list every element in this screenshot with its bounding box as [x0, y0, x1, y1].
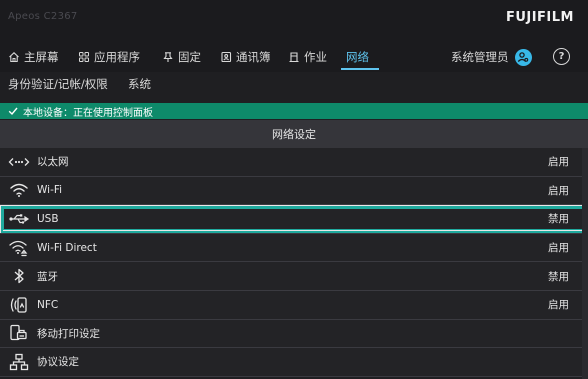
apps-grid-icon [79, 52, 89, 62]
home-icon [9, 52, 19, 63]
tab-pinned-label: 固定 [178, 50, 201, 64]
tab-apps-label: 应用程序 [94, 50, 140, 64]
list-item-label: 协议设定 [37, 356, 79, 369]
status-bar: 本地设备：正在使用控制面板 [0, 103, 588, 119]
job-icon [289, 52, 299, 63]
tab-jobs[interactable]: 作业 [288, 48, 327, 66]
tab-network[interactable]: 网络 [346, 48, 369, 66]
wifi-direct-icon [8, 238, 30, 258]
admin-button[interactable]: 系统管理员 [451, 48, 532, 66]
section-title: 网络设定 [0, 120, 588, 148]
usb-icon [8, 209, 30, 229]
list-item-bluetooth[interactable]: 蓝牙 禁用 [0, 262, 588, 291]
list-item-value: 启用 [548, 242, 569, 255]
list-item-label: USB [37, 212, 59, 225]
tab-network-label: 网络 [346, 50, 369, 64]
list-item-value: 禁用 [548, 213, 569, 226]
subtab-system[interactable]: 系统 [128, 76, 151, 92]
wifi-icon [8, 180, 30, 200]
status-text: 本地设备：正在使用控制面板 [23, 107, 153, 119]
active-tab-indicator [341, 68, 379, 70]
list-item-label: 蓝牙 [37, 270, 58, 283]
tab-home[interactable]: 主屏幕 [8, 48, 59, 66]
top-bar: Apeos C2367 FUJIFILM [0, 0, 588, 38]
list-item-wifi[interactable]: Wi-Fi 启用 [0, 176, 588, 206]
list-item-value: 启用 [548, 184, 569, 197]
check-icon [8, 107, 18, 116]
subtab-auth-accounting[interactable]: 身份验证/记帐/权限 [8, 76, 108, 92]
list-item-usb[interactable]: USB 禁用 [0, 205, 588, 234]
list-item-value: 禁用 [548, 270, 569, 283]
list-scrollbar[interactable] [582, 148, 588, 379]
address-book-icon [221, 51, 232, 63]
list-item-label: Wi-Fi [37, 184, 63, 197]
admin-user-icon [514, 48, 532, 66]
list-item-wifi-direct[interactable]: Wi-Fi Direct 启用 [0, 233, 588, 263]
ethernet-icon [8, 152, 30, 172]
main-tab-bar: 主屏幕 应用程序 固定 通讯簿 作业 网络 系统管理员 ? [0, 38, 588, 72]
list-item-label: 移动打印设定 [37, 327, 100, 340]
nfc-icon [8, 295, 30, 315]
list-item-mobile-print[interactable]: 移动打印设定 [0, 319, 588, 349]
tab-home-label: 主屏幕 [24, 50, 59, 64]
pin-icon [163, 52, 173, 62]
mobile-print-icon [8, 323, 30, 343]
tab-apps[interactable]: 应用程序 [78, 48, 140, 66]
list-item-label: NFC [37, 298, 59, 311]
network-settings-list: 以太网 启用 Wi-Fi 启用 USB 禁用 Wi-Fi Direct 启用 蓝… [0, 148, 588, 377]
tab-pinned[interactable]: 固定 [162, 48, 201, 66]
list-item-value: 启用 [548, 299, 569, 312]
list-item-nfc[interactable]: NFC 启用 [0, 290, 588, 320]
list-item-ethernet[interactable]: 以太网 启用 [0, 148, 588, 177]
protocol-network-icon [8, 352, 30, 372]
tab-jobs-label: 作业 [304, 50, 327, 64]
list-item-label: Wi-Fi Direct [37, 241, 97, 254]
tab-address-book[interactable]: 通讯簿 [220, 48, 271, 66]
list-item-label: 以太网 [37, 156, 69, 169]
bluetooth-icon [8, 266, 30, 286]
admin-label: 系统管理员 [451, 50, 509, 64]
brand-logo: FUJIFILM [505, 10, 574, 25]
help-icon[interactable]: ? [553, 48, 570, 65]
tab-address-book-label: 通讯簿 [236, 50, 271, 64]
device-name: Apeos C2367 [8, 11, 78, 22]
list-item-protocol[interactable]: 协议设定 [0, 348, 588, 377]
list-item-value: 启用 [548, 156, 569, 169]
